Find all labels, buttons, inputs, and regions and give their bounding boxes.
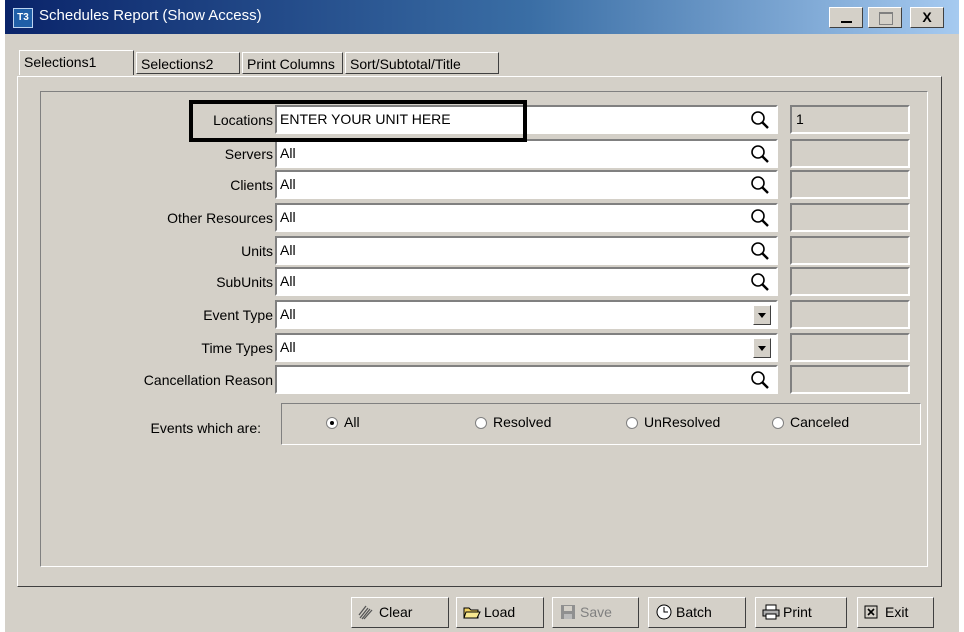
maximize-button[interactable] [868,7,902,28]
close-icon: X [922,9,932,25]
servers-value: All [280,145,296,161]
load-button[interactable]: Load [456,597,544,628]
events-radio-group: All Resolved UnResolved Canceled [281,403,921,445]
other-resources-label: Other Resources [167,210,273,226]
units-count [790,236,910,265]
servers-count [790,139,910,168]
other-resources-value: All [280,209,296,225]
time-types-label: Time Types [201,340,273,356]
radio-label: Resolved [493,414,552,430]
locations-count: 1 [790,105,910,134]
subunits-value: All [280,273,296,289]
exit-icon [864,605,878,619]
print-label: Print [783,604,812,620]
radio-all[interactable]: All [326,414,360,430]
radio-canceled[interactable]: Canceled [772,414,849,430]
tab-selections1[interactable]: Selections1 [19,50,134,75]
servers-label: Servers [224,146,273,162]
event-type-value: All [280,306,296,322]
window-title: Schedules Report (Show Access) [39,7,262,24]
radio-label: All [344,414,360,430]
clear-label: Clear [379,604,413,620]
event-type-count [790,300,910,329]
radio-resolved[interactable]: Resolved [475,414,551,430]
subunits-field[interactable]: All [275,267,778,296]
clients-value: All [280,176,296,192]
radio-selected-icon [326,417,338,429]
clear-button[interactable]: Clear [351,597,449,628]
time-types-count [790,333,910,362]
title-bar[interactable]: T3 Schedules Report (Show Access) X [5,0,959,34]
close-button[interactable]: X [910,7,944,28]
servers-field[interactable]: All [275,139,778,168]
batch-button[interactable]: Batch [648,597,746,628]
units-value: All [280,242,296,258]
chevron-down-icon[interactable] [753,338,771,358]
app-icon: T3 [13,8,33,28]
minimize-icon [841,21,852,23]
batch-label: Batch [676,604,712,620]
save-label: Save [580,604,612,620]
time-types-field[interactable]: All [275,333,778,362]
maximize-icon [879,12,893,25]
magnifier-icon[interactable] [749,271,771,293]
magnifier-icon[interactable] [749,240,771,262]
radio-label: Canceled [790,414,850,430]
print-button[interactable]: Print [755,597,847,628]
event-type-field[interactable]: All [275,300,778,329]
magnifier-icon[interactable] [749,174,771,196]
radio-icon [626,417,638,429]
chevron-down-icon[interactable] [753,305,771,325]
exit-button[interactable]: Exit [857,597,934,628]
load-label: Load [484,604,516,620]
tab-selections2[interactable]: Selections2 [136,52,240,74]
clock-icon [656,604,672,620]
magnifier-icon[interactable] [749,207,771,229]
floppy-disk-icon [561,605,575,619]
magnifier-icon[interactable] [749,369,771,391]
time-types-value: All [280,339,296,355]
subunits-label: SubUnits [216,274,273,290]
other-resources-field[interactable]: All [275,203,778,232]
clients-label: Clients [230,177,273,193]
tab-sort-subtotal-title[interactable]: Sort/Subtotal/Title [345,52,499,74]
radio-label: UnResolved [644,414,721,430]
printer-icon [762,604,780,620]
units-field[interactable]: All [275,236,778,265]
report-window: T3 Schedules Report (Show Access) X Sele… [5,0,959,632]
magnifier-icon[interactable] [749,143,771,165]
event-type-label: Event Type [203,307,273,323]
radio-icon [475,417,487,429]
other-resources-count [790,203,910,232]
radio-icon [772,417,784,429]
cancellation-reason-label: Cancellation Reason [143,372,273,388]
broom-icon [358,605,373,620]
events-label: Events which are: [150,420,262,436]
clients-field[interactable]: All [275,170,778,199]
tab-print-columns[interactable]: Print Columns [242,52,343,74]
open-folder-icon [463,607,481,619]
save-button[interactable]: Save [552,597,639,628]
clients-count [790,170,910,199]
subunits-count [790,267,910,296]
locations-highlight-box [189,100,527,142]
cancellation-reason-count [790,365,910,394]
exit-label: Exit [885,604,909,620]
cancellation-reason-field[interactable] [275,365,778,394]
radio-unresolved[interactable]: UnResolved [626,414,720,430]
units-label: Units [241,243,273,259]
magnifier-icon[interactable] [749,109,771,131]
minimize-button[interactable] [829,7,863,28]
